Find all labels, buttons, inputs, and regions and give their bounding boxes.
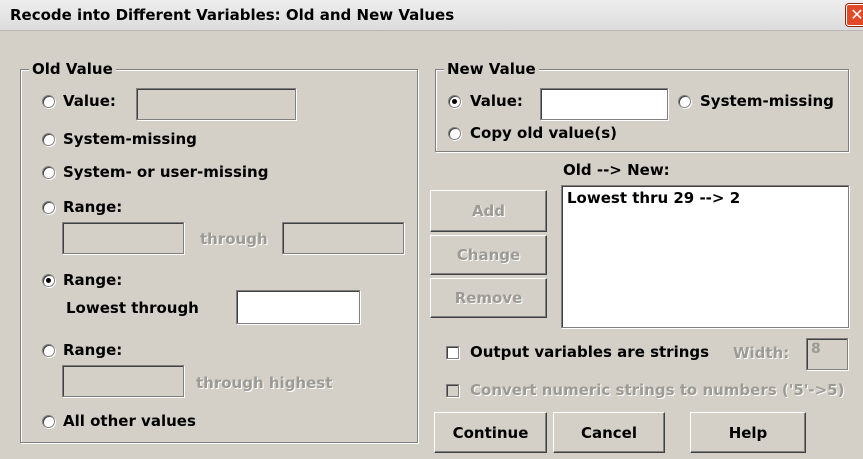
remove-button[interactable]: Remove [430,278,547,318]
old-value-legend: Old Value [29,60,116,78]
new-value-label: Value: [470,92,523,110]
all-other-values-radio[interactable] [42,415,55,428]
old-system-or-user-missing-label: System- or user-missing [63,163,269,181]
list-item[interactable]: Lowest thru 29 --> 2 [567,189,843,207]
old-system-missing-label: System-missing [63,130,197,148]
new-value-radio[interactable] [448,95,461,108]
highest-from-input[interactable] [62,365,184,397]
range-to-input[interactable] [282,222,404,254]
output-strings-checkbox[interactable] [446,346,459,359]
convert-numeric-label: Convert numeric strings to numbers ('5'-… [470,381,845,399]
range-through-label: through [200,230,268,248]
through-highest-label: through highest [196,374,333,392]
new-system-missing-label: System-missing [700,92,834,110]
continue-button[interactable]: Continue [434,412,547,453]
title-bar: Recode into Different Variables: Old and… [0,0,863,31]
change-button[interactable]: Change [430,235,547,275]
new-system-missing-radio[interactable] [678,95,691,108]
old-range-label: Range: [63,198,123,216]
mappings-heading: Old --> New: [563,161,670,179]
width-label: Width: [733,344,790,362]
lowest-through-label: Lowest through [66,299,199,317]
mappings-list[interactable]: Lowest thru 29 --> 2 [561,185,849,328]
width-input[interactable]: 8 [806,338,848,370]
range-from-input[interactable] [62,222,184,254]
output-strings-label: Output variables are strings [470,343,710,361]
old-range-lowest-radio[interactable] [42,274,55,287]
lowest-through-input[interactable] [236,290,360,324]
old-value-radio[interactable] [42,95,55,108]
old-value-label: Value: [63,92,116,110]
old-system-or-user-missing-radio[interactable] [42,166,55,179]
window-title: Recode into Different Variables: Old and… [10,6,455,24]
old-value-input[interactable] [136,88,296,120]
copy-old-value-label: Copy old value(s) [470,124,617,142]
old-range-highest-label: Range: [63,341,123,359]
old-range-radio[interactable] [42,201,55,214]
cancel-button[interactable]: Cancel [553,412,665,453]
all-other-values-label: All other values [63,412,196,430]
new-value-input[interactable] [540,88,668,120]
old-range-lowest-label: Range: [63,271,123,289]
convert-numeric-checkbox[interactable] [446,384,459,397]
old-range-highest-radio[interactable] [42,344,55,357]
add-button[interactable]: Add [430,190,547,232]
copy-old-value-radio[interactable] [448,127,461,140]
new-value-legend: New Value [444,60,539,78]
old-system-missing-radio[interactable] [42,133,55,146]
help-button[interactable]: Help [690,412,806,453]
close-icon[interactable]: ✕ [846,4,863,26]
